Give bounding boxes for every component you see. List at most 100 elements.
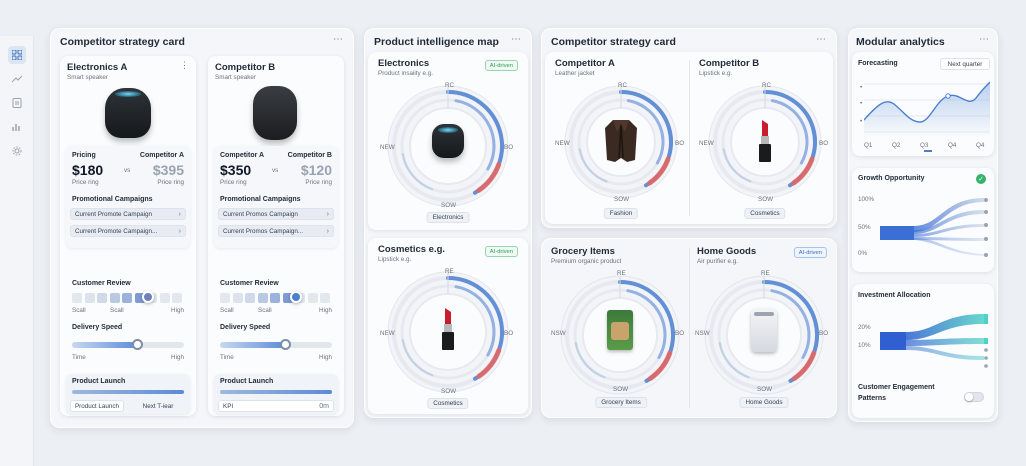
card-subtitle: Lipstick e.g.	[378, 256, 412, 263]
launch-range[interactable]	[72, 390, 184, 394]
side-nav	[0, 36, 34, 466]
review-segment[interactable]	[307, 293, 318, 303]
next-quarter-button[interactable]: Next quarter	[940, 58, 990, 70]
product-launch-button[interactable]: Product Launch	[70, 400, 124, 412]
smart-speaker-image	[253, 86, 297, 140]
vs-label: vs	[272, 167, 279, 174]
delivery-title: Delivery Speed	[72, 324, 123, 331]
axis-label: NEW	[380, 330, 395, 337]
ai-driven-badge: AI-driven	[793, 247, 827, 258]
review-segment[interactable]	[320, 293, 330, 303]
review-segment[interactable]	[84, 293, 95, 303]
competitor-price-value: $120	[300, 162, 332, 178]
axis-label: SOW	[614, 196, 630, 203]
axis-label: SOW	[758, 196, 774, 203]
grocery-bag-image	[607, 310, 633, 350]
kpi-label: KPI	[223, 402, 234, 410]
promo-title: Promotional Campaigns	[220, 196, 301, 203]
lipstick-image	[440, 306, 456, 357]
slider-knob[interactable]	[132, 339, 143, 350]
delivery-label: Time	[72, 354, 86, 361]
grid-icon[interactable]	[8, 46, 26, 64]
promo-campaign-item[interactable]: Current Promos Campaign... ›	[218, 225, 334, 237]
card-subtitle: Premium organic product	[551, 258, 622, 265]
axis-label: BO	[819, 140, 829, 147]
card-title: Competitor B	[699, 58, 760, 69]
delivery-label: Time	[220, 354, 234, 361]
launch-title: Product Launch	[220, 378, 274, 385]
scroll-indicator[interactable]	[924, 150, 932, 152]
review-segment[interactable]	[232, 293, 243, 303]
review-segment[interactable]	[72, 293, 82, 303]
category-label: Cosmetics	[744, 208, 786, 219]
forecast-line-chart	[864, 81, 990, 138]
pricing-label: Pricing	[72, 152, 96, 159]
axis-label: NSW	[695, 330, 710, 337]
axis-label: SOW	[757, 386, 773, 393]
launch-range[interactable]	[220, 390, 332, 394]
promo-campaign-item[interactable]: Current Promos Campaign ›	[218, 208, 334, 220]
card-subtitle: Leather jacket	[555, 70, 595, 77]
more-options-icon[interactable]: ⋯	[333, 34, 344, 45]
slider-knob[interactable]	[280, 339, 291, 350]
more-options-icon[interactable]: ⋮	[180, 60, 189, 71]
divider	[689, 248, 690, 408]
competitor-card-b: Competitor B Smart speaker Competitor A …	[208, 56, 344, 416]
competitor-label: Competitor A	[139, 152, 184, 159]
promo-campaign-item[interactable]: Current Promote Campaign... ›	[70, 225, 186, 237]
delivery-slider[interactable]	[220, 339, 332, 350]
competitor-label: Competitor B	[287, 152, 332, 159]
card-subtitle: Smart speaker	[67, 74, 108, 81]
delivery-slider[interactable]	[72, 339, 184, 350]
engagement-toggle[interactable]	[964, 392, 984, 402]
axis-label: BO	[675, 330, 685, 337]
axis-label: BO	[819, 330, 829, 337]
next-year-button[interactable]: Next T-iear	[130, 400, 186, 412]
more-options-icon[interactable]: ⋯	[511, 34, 522, 45]
card-title: Customer Engagement Patterns	[858, 384, 935, 402]
document-icon[interactable]	[8, 94, 26, 112]
review-segment[interactable]	[270, 293, 280, 303]
y-label: 100%	[858, 196, 875, 203]
more-options-icon[interactable]: ⋯	[979, 34, 990, 45]
review-segment[interactable]	[109, 293, 120, 303]
review-segment[interactable]	[97, 293, 107, 303]
review-label: High	[319, 307, 332, 314]
review-rating-bar[interactable]	[220, 291, 332, 304]
axis-label: BO	[504, 144, 514, 151]
product-intelligence-panel: Product intelligence map ⋯ Electronics P…	[364, 28, 532, 418]
ai-driven-badge: AI-driven	[484, 60, 518, 71]
review-segment[interactable]	[159, 293, 170, 303]
review-segment[interactable]	[257, 293, 268, 303]
smart-speaker-image	[105, 88, 151, 138]
review-segment[interactable]	[220, 293, 230, 303]
divider	[689, 60, 690, 216]
review-segment[interactable]	[172, 293, 182, 303]
map-card-electronics: Electronics Product insaiity e.g. AI-dri…	[368, 52, 528, 230]
bar-chart-icon[interactable]	[8, 118, 26, 136]
axis-label: NEW	[699, 140, 714, 147]
card-title: Forecasting	[858, 60, 898, 67]
more-options-icon[interactable]: ⋯	[816, 34, 827, 45]
map-card-cosmetics: Cosmetics e.g. Lipstick e.g. AI-driven R…	[368, 238, 528, 414]
promo-label: Current Promote Campaign...	[75, 227, 158, 235]
review-rating-bar[interactable]	[72, 291, 184, 304]
delivery-label: High	[319, 354, 332, 361]
lipstick-image	[757, 118, 773, 169]
category-label: Grocery Items	[595, 397, 647, 408]
review-segment[interactable]	[245, 293, 255, 303]
review-label: Scall	[110, 307, 124, 314]
air-purifier-image	[751, 308, 777, 352]
price-note: Price ring	[72, 179, 99, 186]
pricing-section: Pricing Competitor A $180 vs $395 Price …	[66, 146, 190, 248]
review-segment[interactable]	[122, 293, 132, 303]
axis-label: BO	[675, 140, 685, 147]
settings-icon[interactable]	[8, 142, 26, 160]
axis-label: NEW	[555, 140, 570, 147]
promo-campaign-item[interactable]: Current Promote Campaign ›	[70, 208, 186, 220]
kpi-row[interactable]: KPI 0m	[218, 400, 334, 412]
growth-opportunity-card: Growth Opportunity ✓ 100% 50% 0%	[852, 168, 994, 272]
review-knob[interactable]	[142, 291, 154, 303]
review-knob[interactable]	[290, 291, 302, 303]
trend-icon[interactable]	[8, 70, 26, 88]
